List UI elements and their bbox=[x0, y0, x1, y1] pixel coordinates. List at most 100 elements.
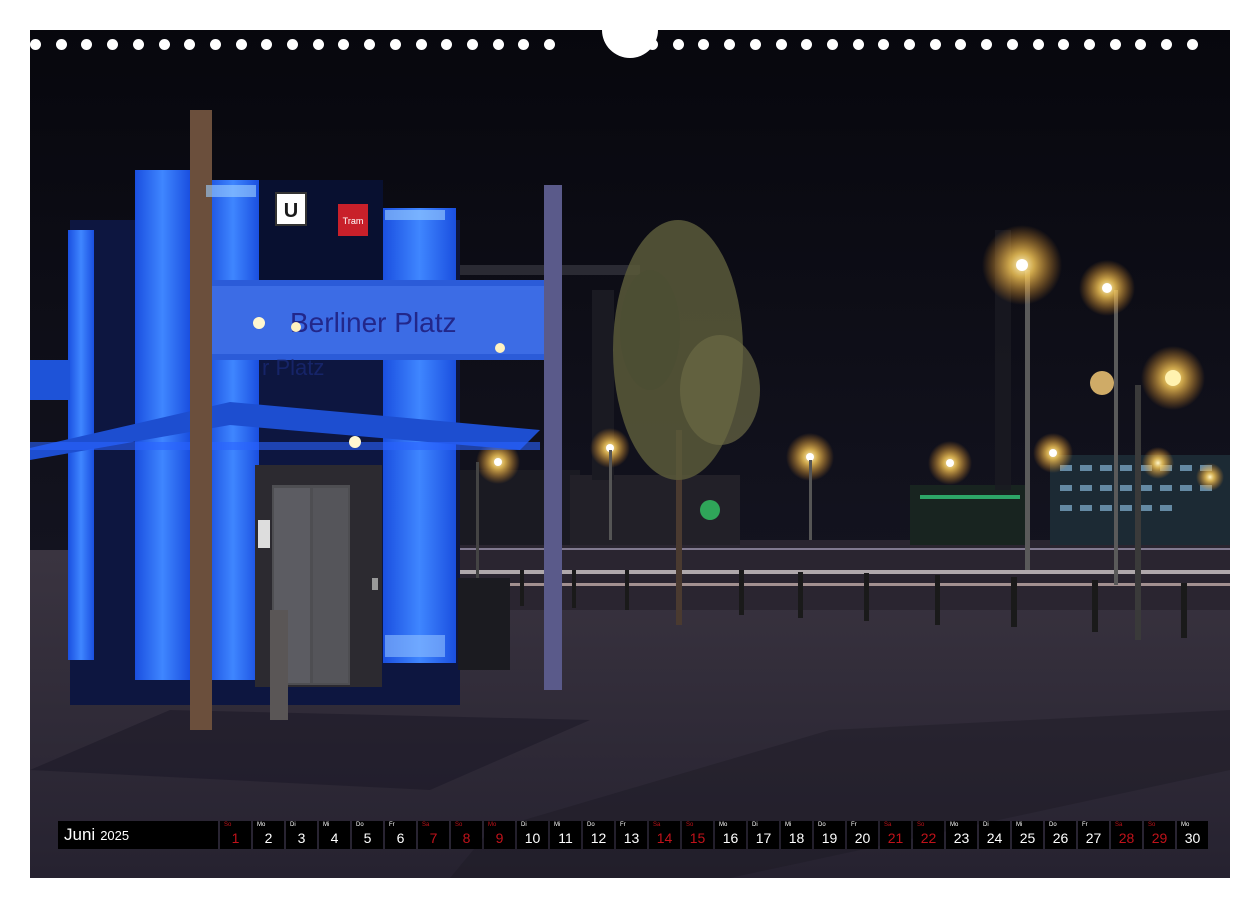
calendar-day: Sa 21 bbox=[880, 821, 911, 849]
day-number: 18 bbox=[788, 830, 805, 846]
calendar-day: Fr 27 bbox=[1078, 821, 1109, 849]
month-label: Juni 2025 bbox=[58, 821, 218, 849]
day-number: 26 bbox=[1052, 830, 1069, 846]
day-number: 25 bbox=[1019, 830, 1036, 846]
day-number: 15 bbox=[689, 830, 706, 846]
building bbox=[910, 485, 1030, 545]
calendar-day: Fr 13 bbox=[616, 821, 647, 849]
calendar-day: Di 17 bbox=[748, 821, 779, 849]
weekday-label: Mi bbox=[554, 822, 561, 828]
light-trail bbox=[450, 570, 1230, 574]
light-trail bbox=[450, 583, 1230, 586]
day-number: 20 bbox=[854, 830, 871, 846]
calendar-day: So 29 bbox=[1144, 821, 1175, 849]
calendar-day: Do 19 bbox=[814, 821, 845, 849]
day-number: 19 bbox=[821, 830, 838, 846]
weekday-label: Di bbox=[752, 822, 758, 828]
day-number: 22 bbox=[920, 830, 937, 846]
day-number: 4 bbox=[330, 830, 339, 846]
day-number: 12 bbox=[590, 830, 607, 846]
road bbox=[450, 540, 1230, 610]
weekday-label: Mi bbox=[785, 822, 792, 828]
day-number: 11 bbox=[558, 830, 573, 846]
calendar-day: Sa 28 bbox=[1111, 821, 1142, 849]
calendar-day: Mi 11 bbox=[550, 821, 581, 849]
svg-text:U: U bbox=[284, 200, 298, 222]
calendar-day: So 1 bbox=[220, 821, 251, 849]
weekday-label: Fr bbox=[851, 822, 857, 828]
ticket-column bbox=[270, 610, 288, 720]
weekday-label: Mo bbox=[257, 822, 266, 828]
day-number: 2 bbox=[264, 830, 273, 846]
weekday-label: So bbox=[917, 822, 925, 828]
weekday-label: Mo bbox=[950, 822, 959, 828]
weekday-label: Do bbox=[818, 822, 826, 828]
calendar-day: So 22 bbox=[913, 821, 944, 849]
calendar-day: Fr 6 bbox=[385, 821, 416, 849]
weekday-label: Sa bbox=[1115, 822, 1123, 828]
day-number: 16 bbox=[722, 830, 739, 846]
weekday-label: Di bbox=[290, 822, 296, 828]
weekday-label: Mo bbox=[719, 822, 728, 828]
calendar-day: Mo 16 bbox=[715, 821, 746, 849]
calendar-day: So 8 bbox=[451, 821, 482, 849]
day-number: 21 bbox=[887, 830, 904, 846]
weekday-label: Do bbox=[356, 822, 364, 828]
weekday-label: Fr bbox=[1082, 822, 1088, 828]
day-number: 14 bbox=[656, 830, 673, 846]
support-post bbox=[544, 185, 562, 690]
calendar-day: Mi 4 bbox=[319, 821, 350, 849]
waste-bin bbox=[458, 578, 510, 670]
calendar-strip: Juni 2025 So 1 Mo 2 Di 3 Mi 4 Do 5 Fr 6 Sa 7 So 8 Mo 9 Di 1… bbox=[58, 821, 1208, 849]
weekday-label: Do bbox=[587, 822, 595, 828]
calendar-photo: Berliner Platz r Platz U Tram bbox=[30, 30, 1230, 878]
calendar-day: Sa 7 bbox=[418, 821, 449, 849]
weekday-label: Mi bbox=[323, 822, 330, 828]
day-number: 29 bbox=[1151, 830, 1168, 846]
calendar-day: Di 24 bbox=[979, 821, 1010, 849]
calendar-day: Sa 14 bbox=[649, 821, 680, 849]
weekday-label: Mi bbox=[1016, 822, 1023, 828]
weekday-label: Sa bbox=[422, 822, 430, 828]
calendar-day: Di 10 bbox=[517, 821, 548, 849]
day-number: 9 bbox=[495, 830, 504, 846]
weekday-label: Di bbox=[983, 822, 989, 828]
weekday-label: So bbox=[1148, 822, 1156, 828]
weekday-label: Di bbox=[521, 822, 527, 828]
weekday-label: So bbox=[686, 822, 694, 828]
day-number: 17 bbox=[755, 830, 772, 846]
month-year: 2025 bbox=[100, 827, 130, 843]
weekday-label: Mo bbox=[1181, 822, 1190, 828]
day-number: 3 bbox=[297, 830, 306, 846]
calendar-day: So 15 bbox=[682, 821, 713, 849]
calendar-day: Mo 23 bbox=[946, 821, 977, 849]
day-number: 8 bbox=[462, 830, 471, 846]
calendar-day: Mi 18 bbox=[781, 821, 812, 849]
weekday-label: Sa bbox=[653, 822, 661, 828]
day-number: 28 bbox=[1118, 830, 1135, 846]
weekday-label: Fr bbox=[389, 822, 395, 828]
weekday-label: Do bbox=[1049, 822, 1057, 828]
sign-reflection: r Platz bbox=[262, 355, 324, 380]
station-sign-text: Berliner Platz bbox=[290, 307, 457, 338]
day-number: 23 bbox=[953, 830, 970, 846]
day-number: 6 bbox=[396, 830, 405, 846]
calendar-day: Do 26 bbox=[1045, 821, 1076, 849]
street-lamp bbox=[928, 441, 972, 485]
weekday-label: Mo bbox=[488, 822, 497, 828]
calendar-day: Fr 20 bbox=[847, 821, 878, 849]
day-number: 1 bbox=[231, 830, 240, 846]
day-number: 7 bbox=[429, 830, 438, 846]
light-trail bbox=[450, 548, 1230, 550]
day-number: 5 bbox=[363, 830, 372, 846]
svg-text:Tram: Tram bbox=[343, 216, 364, 226]
calendar-day: Mo 2 bbox=[253, 821, 284, 849]
calendar-day: Do 5 bbox=[352, 821, 383, 849]
day-number: 24 bbox=[986, 830, 1003, 846]
calendar-day: Mi 25 bbox=[1012, 821, 1043, 849]
weekday-label: Fr bbox=[620, 822, 626, 828]
support-post bbox=[190, 110, 212, 730]
calendar-day: Mo 9 bbox=[484, 821, 515, 849]
weekday-label: So bbox=[224, 822, 232, 828]
month-name: Juni bbox=[64, 825, 96, 844]
